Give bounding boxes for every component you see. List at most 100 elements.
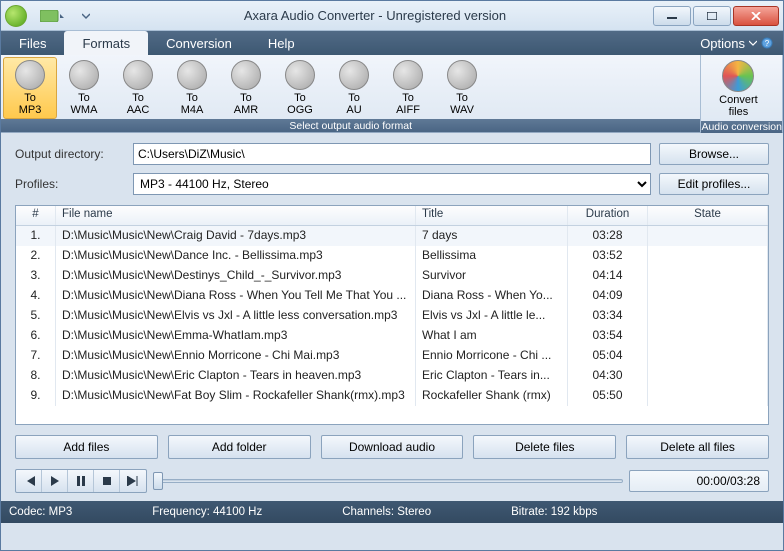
- cell-title: Diana Ross - When Yo...: [416, 286, 568, 306]
- cell-state: [648, 326, 768, 346]
- edit-profiles-button[interactable]: Edit profiles...: [659, 173, 769, 195]
- transport-controls: [15, 469, 147, 493]
- table-row[interactable]: 6.D:\Music\Music\New\Emma-WhatIam.mp3Wha…: [16, 326, 768, 346]
- cell-file: D:\Music\Music\New\Dance Inc. - Bellissi…: [56, 246, 416, 266]
- table-row[interactable]: 5.D:\Music\Music\New\Elvis vs Jxl - A li…: [16, 306, 768, 326]
- cell-dur: 04:30: [568, 366, 648, 386]
- table-row[interactable]: 8.D:\Music\Music\New\Eric Clapton - Tear…: [16, 366, 768, 386]
- ribbon-caption-formats: Select output audio format: [1, 119, 700, 132]
- cell-title: Bellissima: [416, 246, 568, 266]
- profiles-select[interactable]: MP3 - 44100 Hz, Stereo: [133, 173, 651, 195]
- menu-conversion[interactable]: Conversion: [148, 31, 250, 55]
- close-button[interactable]: [733, 6, 779, 26]
- aac-icon: [123, 60, 153, 90]
- format-aac-button[interactable]: To AAC: [111, 57, 165, 119]
- menu-help[interactable]: Help: [250, 31, 313, 55]
- cell-n: 1.: [16, 226, 56, 246]
- format-aiff-button[interactable]: To AIFF: [381, 57, 435, 119]
- cell-dur: 03:34: [568, 306, 648, 326]
- cell-state: [648, 266, 768, 286]
- qat-customize[interactable]: [75, 9, 97, 23]
- cell-dur: 03:28: [568, 226, 648, 246]
- output-directory-input[interactable]: [133, 143, 651, 165]
- menu-files[interactable]: Files: [1, 31, 64, 55]
- add-folder-button[interactable]: Add folder: [168, 435, 311, 459]
- ribbon-caption-conversion: Audio conversion: [701, 121, 782, 133]
- statusbar: Codec: MP3 Frequency: 44100 Hz Channels:…: [1, 501, 783, 523]
- prev-icon: [23, 476, 35, 486]
- pause-button[interactable]: [68, 470, 94, 492]
- convert-files-button[interactable]: Convert files: [703, 57, 773, 121]
- cell-dur: 03:52: [568, 246, 648, 266]
- cell-n: 2.: [16, 246, 56, 266]
- col-duration[interactable]: Duration: [568, 206, 648, 225]
- cell-title: Elvis vs Jxl - A little le...: [416, 306, 568, 326]
- add-files-button[interactable]: Add files: [15, 435, 158, 459]
- player-bar: 00:00/03:28: [1, 469, 783, 501]
- delete-all-files-button[interactable]: Delete all files: [626, 435, 769, 459]
- wma-icon: [69, 60, 99, 90]
- minimize-button[interactable]: [653, 6, 691, 26]
- file-list: # File name Title Duration State 1.D:\Mu…: [15, 205, 769, 425]
- ogg-icon: [285, 60, 315, 90]
- browse-button[interactable]: Browse...: [659, 143, 769, 165]
- close-icon: [751, 12, 761, 20]
- download-audio-button[interactable]: Download audio: [321, 435, 464, 459]
- cell-file: D:\Music\Music\New\Diana Ross - When You…: [56, 286, 416, 306]
- format-wav-button[interactable]: To WAV: [435, 57, 489, 119]
- format-label: To WAV: [450, 92, 474, 116]
- cell-title: 7 days: [416, 226, 568, 246]
- table-row[interactable]: 2.D:\Music\Music\New\Dance Inc. - Bellis…: [16, 246, 768, 266]
- stop-icon: [102, 476, 112, 486]
- menu-formats[interactable]: Formats: [64, 31, 148, 55]
- slider-rail: [153, 479, 623, 483]
- cell-state: [648, 346, 768, 366]
- format-m4a-button[interactable]: To M4A: [165, 57, 219, 119]
- format-mp3-button[interactable]: To MP3: [3, 57, 57, 119]
- col-filename[interactable]: File name: [56, 206, 416, 225]
- time-display: 00:00/03:28: [629, 470, 769, 492]
- cell-n: 6.: [16, 326, 56, 346]
- table-row[interactable]: 4.D:\Music\Music\New\Diana Ross - When Y…: [16, 286, 768, 306]
- cell-title: Rockafeller Shank (rmx): [416, 386, 568, 406]
- cell-dur: 04:14: [568, 266, 648, 286]
- cell-title: Survivor: [416, 266, 568, 286]
- output-directory-label: Output directory:: [15, 147, 125, 161]
- col-title[interactable]: Title: [416, 206, 568, 225]
- play-button[interactable]: [42, 470, 68, 492]
- format-wma-button[interactable]: To WMA: [57, 57, 111, 119]
- col-number[interactable]: #: [16, 206, 56, 225]
- format-au-button[interactable]: To AU: [327, 57, 381, 119]
- delete-files-button[interactable]: Delete files: [473, 435, 616, 459]
- prev-button[interactable]: [16, 470, 42, 492]
- maximize-button[interactable]: [693, 6, 731, 26]
- table-row[interactable]: 9.D:\Music\Music\New\Fat Boy Slim - Rock…: [16, 386, 768, 406]
- cell-n: 3.: [16, 266, 56, 286]
- chevron-down-icon: [82, 12, 90, 20]
- slider-thumb[interactable]: [153, 472, 163, 490]
- cell-state: [648, 386, 768, 406]
- table-row[interactable]: 7.D:\Music\Music\New\Ennio Morricone - C…: [16, 346, 768, 366]
- window-title: Axara Audio Converter - Unregistered ver…: [97, 8, 653, 23]
- stop-button[interactable]: [94, 470, 120, 492]
- col-state[interactable]: State: [648, 206, 768, 225]
- seek-slider[interactable]: [153, 470, 623, 492]
- au-icon: [339, 60, 369, 90]
- format-label: To M4A: [181, 92, 204, 116]
- cell-file: D:\Music\Music\New\Craig David - 7days.m…: [56, 226, 416, 246]
- next-button[interactable]: [120, 470, 146, 492]
- cell-n: 4.: [16, 286, 56, 306]
- table-row[interactable]: 1.D:\Music\Music\New\Craig David - 7days…: [16, 226, 768, 246]
- cell-file: D:\Music\Music\New\Elvis vs Jxl - A litt…: [56, 306, 416, 326]
- menubar: FilesFormatsConversionHelp Options ?: [1, 31, 783, 55]
- format-amr-button[interactable]: To AMR: [219, 57, 273, 119]
- cell-title: Ennio Morricone - Chi ...: [416, 346, 568, 366]
- format-ogg-button[interactable]: To OGG: [273, 57, 327, 119]
- wav-icon: [447, 60, 477, 90]
- list-header: # File name Title Duration State: [16, 206, 768, 226]
- qat-dropdown[interactable]: [33, 7, 71, 25]
- table-row[interactable]: 3.D:\Music\Music\New\Destinys_Child_-_Su…: [16, 266, 768, 286]
- cell-state: [648, 246, 768, 266]
- options-menu[interactable]: Options ?: [690, 31, 783, 55]
- profiles-label: Profiles:: [15, 177, 125, 191]
